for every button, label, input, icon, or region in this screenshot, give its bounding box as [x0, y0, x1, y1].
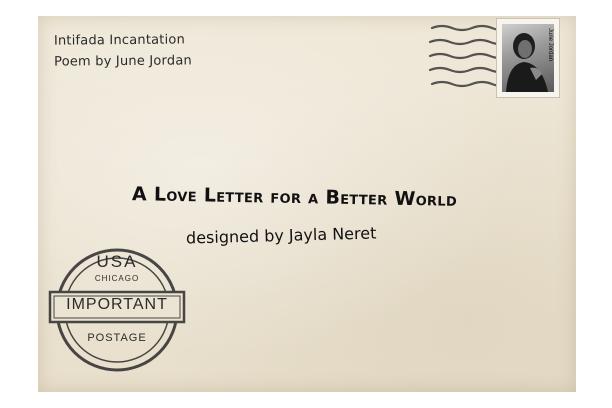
seal-city: CHICAGO — [94, 274, 140, 283]
stamp-name: June Jordan — [547, 28, 553, 62]
poem-title: Intifada Incantation — [53, 32, 186, 49]
return-address: Intifada Incantation Poem by June Jordan — [54, 29, 192, 72]
seal-country: USA — [96, 252, 138, 271]
postage-stamp: June Jordan — [497, 19, 559, 97]
postmark-wave-lines — [428, 24, 508, 88]
seal-footer: POSTAGE — [87, 332, 147, 344]
important-postage-seal: USA CHICAGO IMPORTANT POSTAGE — [46, 244, 188, 374]
seal-label: IMPORTANT — [66, 296, 168, 313]
portrait-image: June Jordan — [502, 24, 554, 92]
poem-author: Poem by June Jordan — [54, 53, 192, 70]
